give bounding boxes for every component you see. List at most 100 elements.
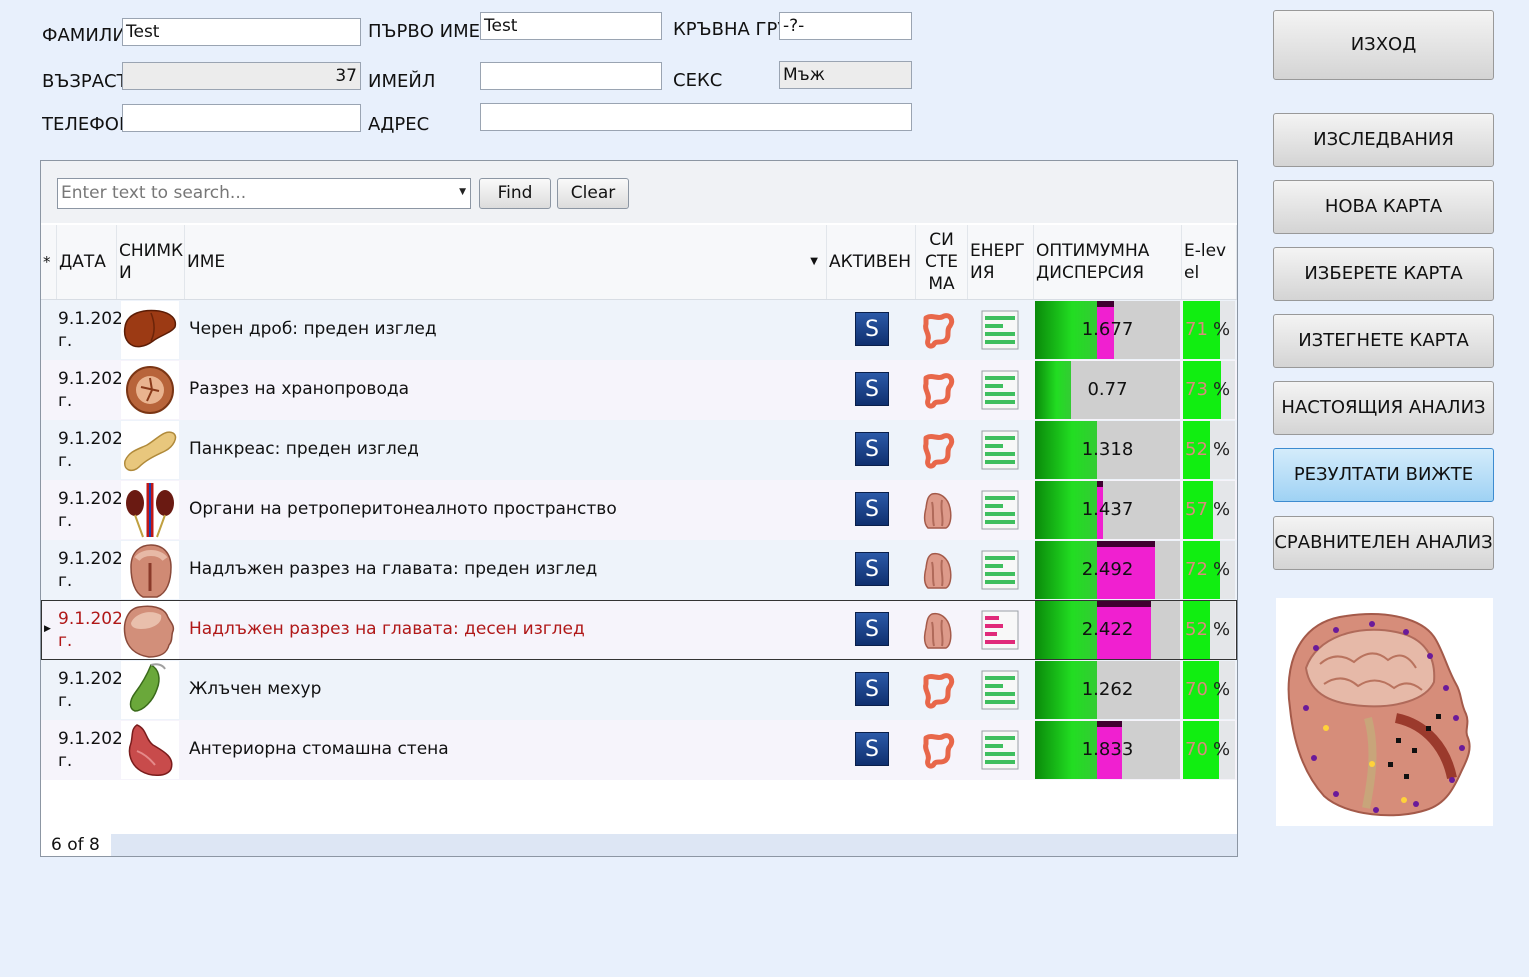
search-placeholder: Enter text to search... [61, 183, 247, 203]
new-card-button[interactable]: НОВА КАРТА [1273, 180, 1494, 234]
sex-field[interactable]: Мъж [779, 61, 912, 89]
dispersion-value: 2.422 [1081, 619, 1134, 640]
organ-thumbnail [121, 361, 179, 419]
elevel-value: 52 [1185, 619, 1208, 640]
phone-field[interactable] [122, 104, 361, 132]
elevel-value: 70 [1185, 739, 1208, 760]
table-row[interactable]: 9.1.2025 г. Органи на ретроперитонеалното… [41, 480, 1237, 540]
energy-green-icon[interactable] [981, 490, 1019, 530]
energy-green-icon[interactable] [981, 670, 1019, 710]
energy-green-icon[interactable] [981, 430, 1019, 470]
row-date: 9.1.2025 г. [58, 429, 134, 471]
energy-green-icon[interactable] [981, 550, 1019, 590]
find-panel: Enter text to search... ▼ Find Clear [41, 161, 1237, 223]
address-field[interactable] [480, 103, 912, 131]
dispersion-value: 1.833 [1081, 739, 1134, 760]
table-row[interactable]: 9.1.2025 г. Жлъчен мехур S 1.262 70% [41, 660, 1237, 720]
table-row[interactable]: 9.1.2025 г. Разрез на хранопровода S 0.77 73… [41, 360, 1237, 420]
dropdown-arrow-icon[interactable]: ▼ [459, 187, 466, 197]
digestive-icon[interactable] [918, 310, 958, 350]
elevel-percent: % [1213, 679, 1231, 700]
digestive-icon[interactable] [918, 430, 958, 470]
email-field[interactable] [480, 62, 662, 90]
pager-text: 6 of 8 [41, 834, 111, 856]
filter-arrow-icon[interactable]: ▼ [810, 251, 818, 273]
active-s-button[interactable]: S [855, 432, 889, 466]
elevel-bar: 52% [1183, 601, 1235, 659]
body-icon[interactable] [918, 550, 958, 590]
download-card-button[interactable]: ИЗТЕГНЕТЕ КАРТА [1273, 314, 1494, 368]
exit-button[interactable]: ИЗХОД [1273, 10, 1494, 80]
search-input[interactable]: Enter text to search... ▼ [57, 178, 471, 209]
energy-pink-icon[interactable] [981, 610, 1019, 650]
dispersion-value: 1.437 [1081, 499, 1134, 520]
active-s-button[interactable]: S [855, 552, 889, 586]
digestive-icon[interactable] [918, 370, 958, 410]
header-active[interactable]: АКТИВЕН [827, 225, 916, 299]
row-name: Разрез на хранопровода [189, 379, 410, 399]
table-row[interactable]: ▶ 9.1.2025 г. Надлъжен разрез на главата: … [41, 600, 1237, 660]
energy-green-icon[interactable] [981, 730, 1019, 770]
active-s-button[interactable]: S [855, 732, 889, 766]
elevel-bar: 72% [1183, 541, 1235, 599]
elevel-bar: 71% [1183, 301, 1235, 359]
dispersion-bar: 1.833 [1035, 721, 1180, 779]
organ-thumbnail [121, 721, 179, 779]
organ-thumbnail [121, 301, 179, 359]
elevel-bar: 52% [1183, 421, 1235, 479]
table-row[interactable]: 9.1.2025 г. Надлъжен разрез на главата: п… [41, 540, 1237, 600]
body-icon[interactable] [918, 610, 958, 650]
find-button[interactable]: Find [479, 178, 551, 209]
elevel-percent: % [1213, 379, 1231, 400]
dispersion-bar: 2.492 [1035, 541, 1180, 599]
header-system[interactable]: СИСТЕМА [916, 225, 968, 299]
research-button[interactable]: ИЗСЛЕДВАНИЯ [1273, 113, 1494, 167]
digestive-icon[interactable] [918, 670, 958, 710]
active-s-button[interactable]: S [855, 312, 889, 346]
row-name: Надлъжен разрез на главата: десен изглед [189, 619, 585, 639]
dispersion-value: 2.492 [1081, 559, 1134, 580]
header-image[interactable]: СНИМКИ [117, 225, 185, 299]
sex-label: СЕКС [673, 70, 723, 91]
elevel-percent: % [1213, 559, 1231, 580]
results-button[interactable]: РЕЗУЛТАТИ ВИЖТЕ [1273, 448, 1494, 502]
header-name[interactable]: ИМЕ ▼ [185, 225, 827, 299]
clear-button[interactable]: Clear [557, 178, 629, 209]
comparative-analysis-button[interactable]: СРАВНИТЕЛЕН АНАЛИЗ [1273, 516, 1494, 570]
elevel-percent: % [1213, 439, 1231, 460]
phone-label: ТЕЛЕФОН [42, 114, 124, 135]
header-energy[interactable]: ЕНЕРГИЯ [968, 225, 1034, 299]
current-analysis-button[interactable]: НАСТОЯЩИЯ АНАЛИЗ [1273, 381, 1494, 435]
digestive-icon[interactable] [918, 730, 958, 770]
results-grid: Enter text to search... ▼ Find Clear * Д… [40, 160, 1238, 857]
header-dispersion[interactable]: ОПТИМУМНА ДИСПЕРСИЯ [1034, 225, 1182, 299]
row-date: 9.1.2025 г. [58, 489, 134, 531]
elevel-bar: 57% [1183, 481, 1235, 539]
header-date[interactable]: ДАТА [57, 225, 117, 299]
row-date: 9.1.2025 г. [58, 549, 134, 591]
surname-field[interactable]: Test [122, 18, 361, 46]
first-name-field[interactable]: Test [480, 12, 662, 40]
blood-group-field[interactable]: -?- [779, 12, 912, 40]
energy-green-icon[interactable] [981, 370, 1019, 410]
energy-green-icon[interactable] [981, 310, 1019, 350]
active-s-button[interactable]: S [855, 372, 889, 406]
organ-thumbnail [121, 541, 179, 599]
table-row[interactable]: 9.1.2025 г. Панкреас: преден изглед S 1.318… [41, 420, 1237, 480]
active-s-button[interactable]: S [855, 492, 889, 526]
elevel-percent: % [1213, 319, 1231, 340]
header-elevel[interactable]: E-level [1182, 225, 1237, 299]
dispersion-value: 0.77 [1087, 379, 1128, 400]
organ-thumbnail [121, 601, 179, 659]
table-row[interactable]: 9.1.2025 г. Антериорна стомашна стена S 1.8… [41, 720, 1237, 780]
table-row[interactable]: 9.1.2025 г. Черен дроб: преден изглед S 1.6… [41, 300, 1237, 360]
active-s-button[interactable]: S [855, 612, 889, 646]
organ-thumbnail [121, 481, 179, 539]
elevel-bar: 73% [1183, 361, 1235, 419]
elevel-value: 57 [1185, 499, 1208, 520]
body-icon[interactable] [918, 490, 958, 530]
dispersion-bar: 1.262 [1035, 661, 1180, 719]
active-s-button[interactable]: S [855, 672, 889, 706]
choose-card-button[interactable]: ИЗБЕРЕТЕ КАРТА [1273, 247, 1494, 301]
blood-group-label: КРЪВНА ГРУПА [673, 19, 779, 40]
